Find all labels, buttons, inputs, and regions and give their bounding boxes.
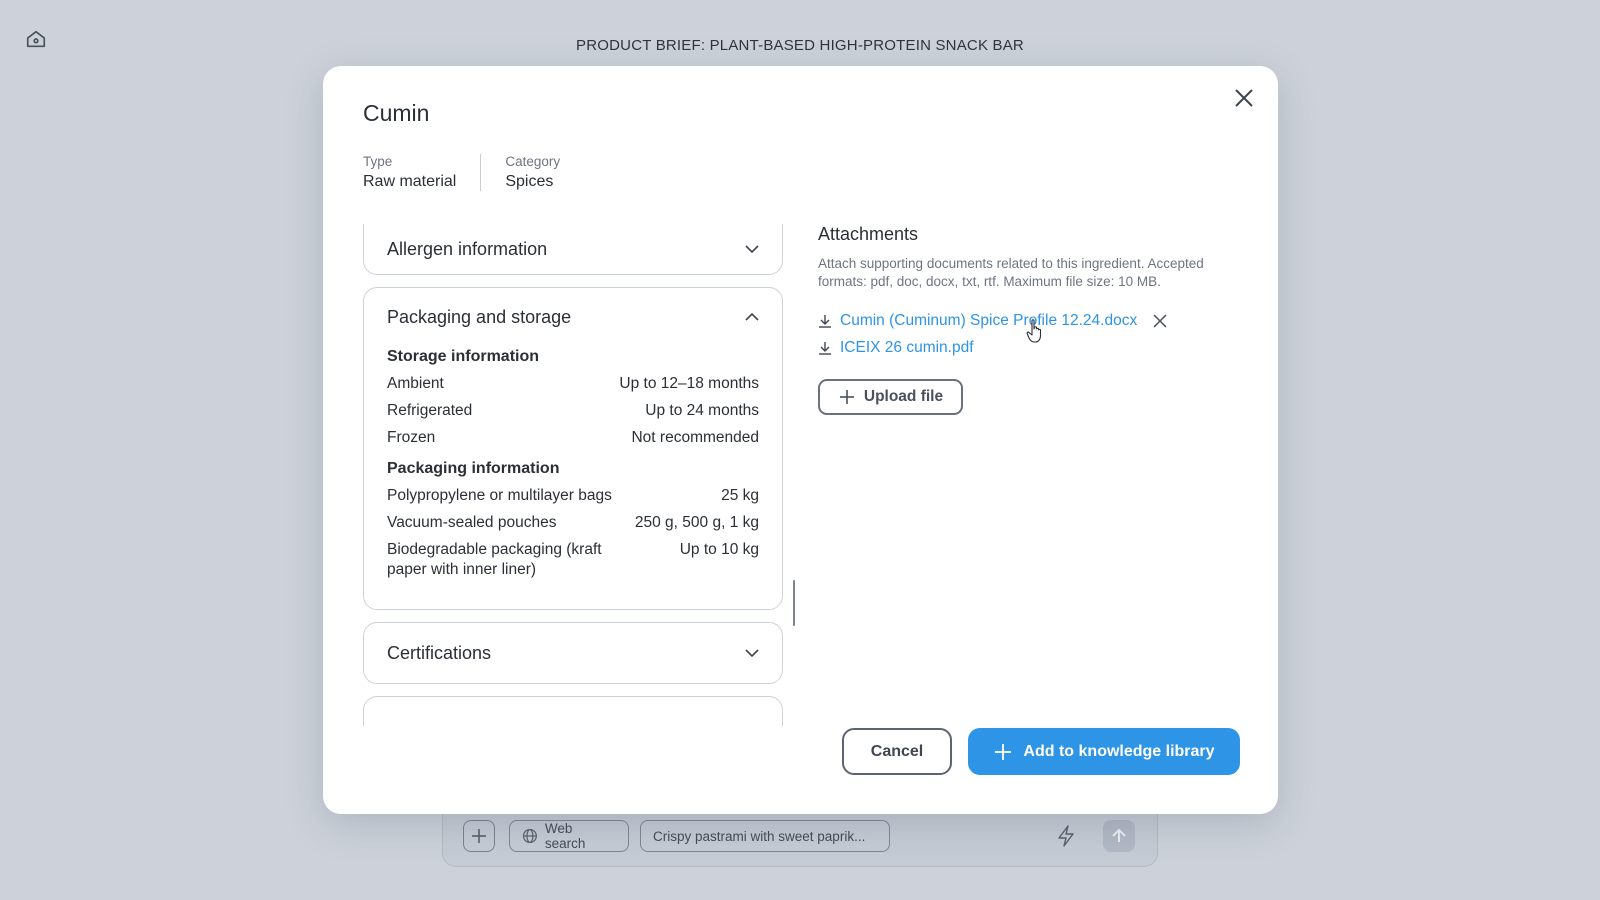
packaging-row: Polypropylene or multilayer bags 25 kg: [387, 486, 759, 506]
download-icon: [819, 314, 831, 328]
packaging-heading: Packaging information: [387, 460, 560, 477]
certifications-section-title: Certifications: [387, 642, 492, 663]
prompt-chip[interactable]: Crispy pastrami with sweet paprik...: [640, 820, 890, 852]
scrollbar-thumb[interactable]: [793, 580, 795, 626]
allergen-section-header[interactable]: Allergen information: [364, 224, 782, 274]
storage-row: Frozen Not recommended: [387, 428, 759, 448]
plus-icon: [839, 390, 854, 404]
arrow-up-icon: [1112, 828, 1126, 842]
type-value: Raw material: [363, 173, 457, 190]
web-search-label: Web search: [544, 821, 586, 851]
upload-file-label: Upload file: [863, 388, 944, 405]
download-icon: [819, 341, 831, 355]
plus-icon: [995, 743, 1012, 760]
packaging-value: 25 kg: [721, 487, 759, 504]
attachment-file-name[interactable]: ICEIX 26 cumin.pdf: [840, 339, 974, 357]
storage-value: Up to 24 months: [645, 402, 759, 419]
storage-value: Up to 12–18 months: [619, 375, 759, 392]
category-meta: Category Spices: [480, 154, 584, 191]
packaging-row: Biodegradable packaging (kraft paper wit…: [387, 540, 759, 580]
bolt-button[interactable]: [1055, 824, 1079, 848]
attachments-title: Attachments: [818, 224, 919, 244]
storage-key: Refrigerated: [387, 402, 473, 419]
bolt-icon: [1058, 825, 1074, 847]
plus-icon: [472, 829, 486, 843]
allergen-section-title: Allergen information: [387, 238, 548, 259]
type-meta: Type Raw material: [363, 154, 480, 191]
upload-file-button[interactable]: Upload file: [818, 379, 963, 415]
packaging-key: Vacuum-sealed pouches: [387, 514, 557, 531]
certifications-section: Certifications: [363, 622, 783, 684]
hand-cursor-icon: [1026, 319, 1042, 343]
packaging-section: Packaging and storage Storage informatio…: [363, 287, 783, 610]
page-title: PRODUCT BRIEF: PLANT-BASED HIGH-PROTEIN …: [576, 37, 1024, 54]
storage-heading: Storage information: [387, 348, 540, 365]
close-button[interactable]: [1230, 84, 1258, 112]
modal-title: Cumin: [363, 100, 430, 126]
packaging-value: 250 g, 500 g, 1 kg: [634, 514, 759, 531]
storage-value: Not recommended: [631, 429, 759, 446]
close-icon: [1153, 313, 1167, 328]
globe-icon: [522, 828, 537, 844]
category-label: Category: [505, 154, 561, 169]
packaging-key: Biodegradable packaging (kraft paper wit…: [387, 541, 602, 578]
web-search-chip[interactable]: Web search: [509, 820, 629, 852]
packaging-key: Polypropylene or multilayer bags: [387, 487, 612, 504]
next-section-partial: [363, 696, 783, 726]
type-label: Type: [363, 154, 393, 169]
chevron-down-icon: [745, 245, 759, 254]
chevron-up-icon: [745, 312, 759, 321]
attachment-file-name[interactable]: Cumin (Cuminum) Spice Profile 12.24.docx: [840, 312, 1137, 330]
packaging-value: Up to 10 kg: [679, 541, 759, 558]
add-button-label: Add to knowledge library: [1023, 742, 1215, 760]
ingredient-modal: Cumin Type Raw material Category Spices …: [323, 66, 1278, 814]
allergen-section: Allergen information: [363, 224, 783, 275]
chevron-down-icon: [745, 649, 759, 658]
packaging-section-title: Packaging and storage: [387, 306, 572, 327]
storage-row: Refrigerated Up to 24 months: [387, 401, 759, 421]
storage-row: Ambient Up to 12–18 months: [387, 374, 759, 394]
ingredient-meta: Type Raw material Category Spices: [363, 154, 584, 191]
certifications-section-header[interactable]: Certifications: [364, 623, 782, 683]
category-value: Spices: [505, 173, 554, 190]
add-attachment-button[interactable]: [463, 820, 495, 852]
packaging-section-body: Storage information Ambient Up to 12–18 …: [364, 348, 782, 609]
add-to-knowledge-library-button[interactable]: Add to knowledge library: [968, 728, 1240, 775]
remove-attachment-button[interactable]: [1151, 312, 1169, 330]
storage-key: Frozen: [387, 429, 436, 446]
send-button[interactable]: [1103, 820, 1135, 852]
storage-key: Ambient: [387, 375, 444, 392]
details-accordion-list[interactable]: Allergen information Packaging and stora…: [363, 224, 783, 766]
attachments-description: Attach supporting documents related to t…: [818, 256, 1204, 289]
close-icon: [1235, 89, 1253, 107]
cancel-button[interactable]: Cancel: [842, 728, 952, 775]
packaging-section-header[interactable]: Packaging and storage: [364, 288, 782, 346]
packaging-row: Vacuum-sealed pouches 250 g, 500 g, 1 kg: [387, 513, 759, 533]
